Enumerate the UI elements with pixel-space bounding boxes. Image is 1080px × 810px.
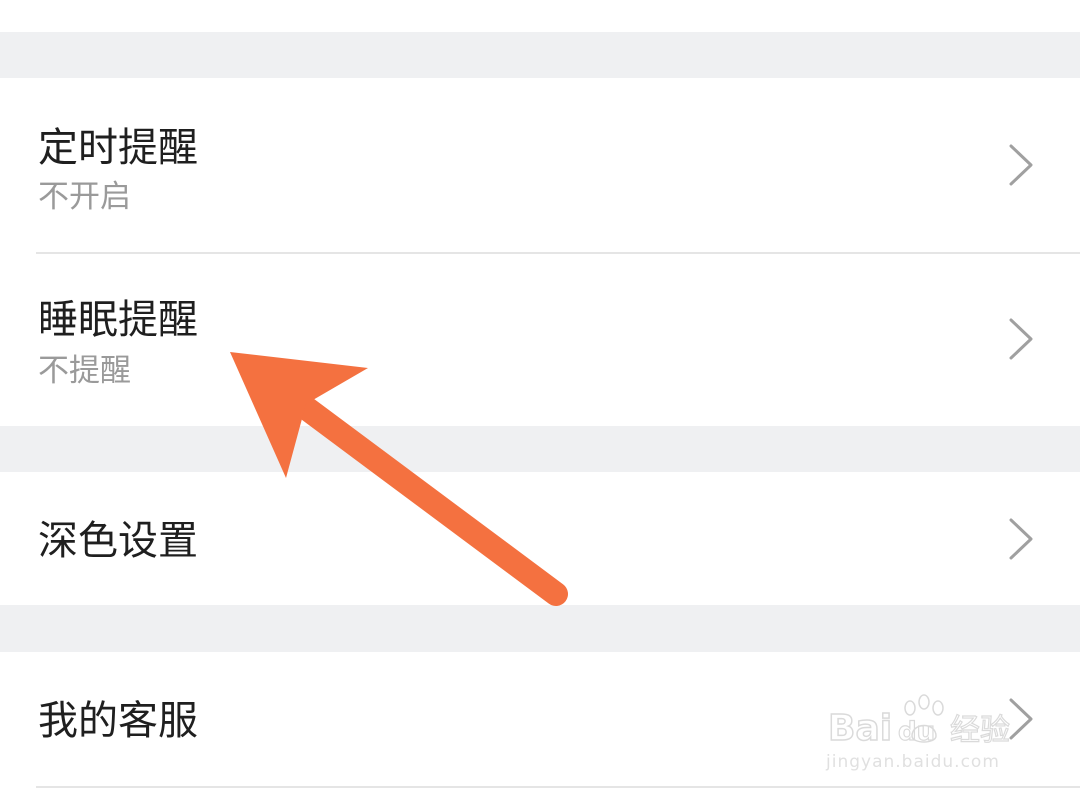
- settings-item-timed-reminder[interactable]: 定时提醒 不开启: [0, 78, 1080, 252]
- section-gap: [0, 426, 1080, 472]
- baidu-paw-logo: Bai du 经验: [827, 694, 1011, 750]
- settings-page: 定时提醒 不开启 睡眠提醒 不提醒 深色设置 我的客服 Bai du 经验 ji…: [0, 0, 1080, 810]
- chevron-right-icon: [1006, 316, 1036, 362]
- settings-item-title: 深色设置: [38, 518, 198, 564]
- settings-item-dark-mode[interactable]: 深色设置: [0, 472, 1080, 605]
- baidu-watermark: Bai du 经验 jingyan.baidu.com: [826, 692, 1036, 787]
- settings-item-title: 我的客服: [38, 698, 198, 744]
- settings-item-title: 睡眠提醒: [38, 297, 198, 343]
- top-strip: [0, 0, 1080, 32]
- chevron-right-icon: [1006, 142, 1036, 188]
- watermark-url: jingyan.baidu.com: [826, 752, 1000, 772]
- watermark-brand-text: du: [898, 717, 935, 747]
- section-gap: [0, 605, 1080, 652]
- watermark-brand-text: Bai: [828, 708, 892, 749]
- settings-item-subtitle: 不开启: [38, 179, 131, 215]
- watermark-brand-text: 经验: [950, 713, 1010, 748]
- settings-item-title: 定时提醒: [38, 125, 198, 171]
- chevron-right-icon: [1006, 516, 1036, 562]
- settings-item-sleep-reminder[interactable]: 睡眠提醒 不提醒: [0, 254, 1080, 426]
- settings-item-subtitle: 不提醒: [38, 353, 131, 389]
- section-gap: [0, 32, 1080, 78]
